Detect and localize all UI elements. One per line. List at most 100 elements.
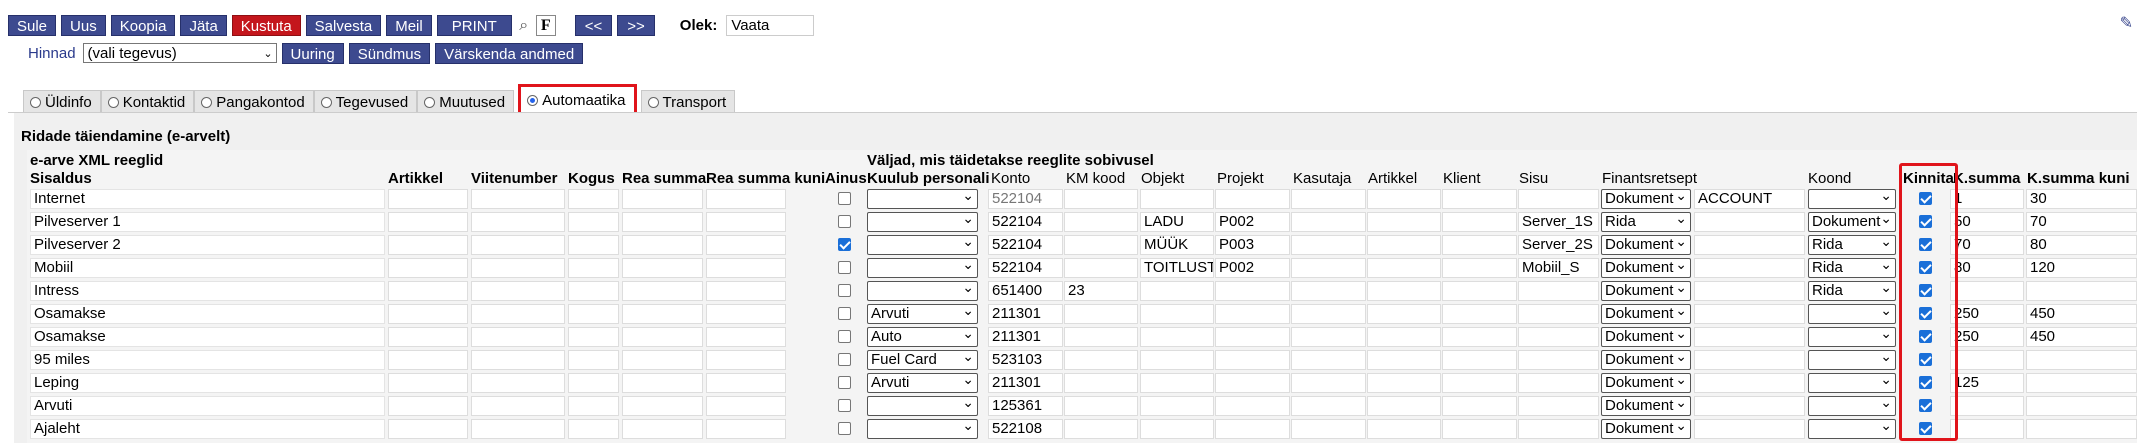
finants-select[interactable]: Dokument [1601,350,1691,370]
tab-tegevused[interactable]: Tegevused [313,90,418,113]
finants-select[interactable]: Dokument [1601,419,1691,439]
km-kood-field[interactable] [1064,327,1138,347]
projekt-field[interactable] [1215,304,1290,324]
rule-field[interactable] [622,189,703,209]
rule-field[interactable] [706,212,786,232]
finants-text-field[interactable] [1694,419,1805,439]
rule-field[interactable] [622,396,703,416]
sisu-field[interactable]: Server_1S [1518,212,1599,232]
artikkel2-field[interactable] [1367,419,1441,439]
objekt-field[interactable]: LADU [1140,212,1214,232]
kinnita-checkbox[interactable] [1919,376,1932,389]
km-kood-field[interactable] [1064,189,1138,209]
finants-text-field[interactable] [1694,281,1805,301]
rule-field[interactable] [471,258,565,278]
rule-field[interactable] [388,350,468,370]
km-kood-field[interactable] [1064,212,1138,232]
kinnita-checkbox[interactable] [1919,238,1932,251]
klient-field[interactable] [1442,212,1517,232]
projekt-field[interactable]: P002 [1215,212,1290,232]
kasutaja-field[interactable] [1291,281,1366,301]
mail-button[interactable]: Meil [386,14,432,36]
koond-select[interactable] [1808,327,1896,347]
kinnita-checkbox[interactable] [1919,192,1932,205]
prices-link[interactable]: Hinnad [28,45,76,62]
ksumma-field[interactable] [1950,350,2024,370]
konto-field[interactable]: 522104 [988,212,1063,232]
ksumma-field[interactable] [1950,396,2024,416]
objekt-field[interactable] [1140,350,1214,370]
klient-field[interactable] [1442,304,1517,324]
kinnita-checkbox[interactable] [1919,422,1932,435]
kuulub-select[interactable] [867,189,978,209]
ainus-checkbox[interactable] [838,399,851,412]
rule-field[interactable] [622,327,703,347]
artikkel2-field[interactable] [1367,258,1441,278]
sisu-field[interactable] [1518,396,1599,416]
rule-field[interactable] [568,212,619,232]
rule-field[interactable] [471,189,565,209]
artikkel2-field[interactable] [1367,350,1441,370]
rule-field[interactable] [622,373,703,393]
objekt-field[interactable] [1140,189,1214,209]
rule-field[interactable] [706,281,786,301]
ksumma-kuni-field[interactable]: 80 [2026,235,2137,255]
finants-select[interactable]: Rida [1601,212,1691,232]
rule-field[interactable] [568,189,619,209]
kasutaja-field[interactable] [1291,212,1366,232]
rule-field[interactable] [568,235,619,255]
rule-field[interactable] [622,304,703,324]
ksumma-field[interactable] [1950,281,2024,301]
artikkel2-field[interactable] [1367,396,1441,416]
kuulub-select[interactable]: Auto [867,327,978,347]
artikkel2-field[interactable] [1367,327,1441,347]
tab-kontaktid[interactable]: Kontaktid [100,90,195,113]
finants-text-field[interactable] [1694,350,1805,370]
finants-select[interactable]: Dokument [1601,396,1691,416]
artikkel2-field[interactable] [1367,189,1441,209]
ksumma-kuni-field[interactable]: 450 [2026,327,2137,347]
kinnita-checkbox[interactable] [1919,399,1932,412]
finants-text-field[interactable] [1694,258,1805,278]
objekt-field[interactable]: TOITLUST [1140,258,1214,278]
refresh-data-button[interactable]: Värskenda andmed [435,42,584,64]
finants-select[interactable]: Dokument [1601,189,1691,209]
kasutaja-field[interactable] [1291,327,1366,347]
projekt-field[interactable] [1215,281,1290,301]
kinnita-checkbox[interactable] [1919,215,1932,228]
klient-field[interactable] [1442,396,1517,416]
klient-field[interactable] [1442,189,1517,209]
rule-field[interactable] [388,373,468,393]
rule-field[interactable] [568,396,619,416]
delete-button[interactable]: Kustuta [231,14,301,36]
sisu-field[interactable] [1518,350,1599,370]
copy-button[interactable]: Koopia [110,14,176,36]
finants-select[interactable]: Dokument [1601,304,1691,324]
tab-uldinfo[interactable]: Üldinfo [23,90,101,113]
rule-field[interactable] [568,350,619,370]
kasutaja-field[interactable] [1291,419,1366,439]
status-field[interactable]: Vaata [726,14,815,36]
ksumma-field[interactable]: 125 [1950,373,2024,393]
leave-button[interactable]: Jäta [180,14,227,36]
finants-text-field[interactable]: ACCOUNT [1694,189,1805,209]
kuulub-select[interactable] [867,212,978,232]
ksumma-field[interactable]: 50 [1950,212,2024,232]
konto-field[interactable]: 211301 [988,373,1063,393]
rule-sisaldus-field[interactable]: Arvuti [30,396,385,416]
kasutaja-field[interactable] [1291,373,1366,393]
rule-field[interactable] [706,419,786,439]
rule-field[interactable] [706,235,786,255]
rule-field[interactable] [388,327,468,347]
ainus-checkbox[interactable] [838,238,851,251]
rule-field[interactable] [471,396,565,416]
ksumma-kuni-field[interactable] [2026,350,2137,370]
ksumma-kuni-field[interactable]: 30 [2026,189,2137,209]
sisu-field[interactable] [1518,281,1599,301]
km-kood-field[interactable] [1064,235,1138,255]
km-kood-field[interactable] [1064,350,1138,370]
kasutaja-field[interactable] [1291,396,1366,416]
next-record-button[interactable]: >> [617,14,655,36]
projekt-field[interactable] [1215,419,1290,439]
rule-field[interactable] [706,396,786,416]
